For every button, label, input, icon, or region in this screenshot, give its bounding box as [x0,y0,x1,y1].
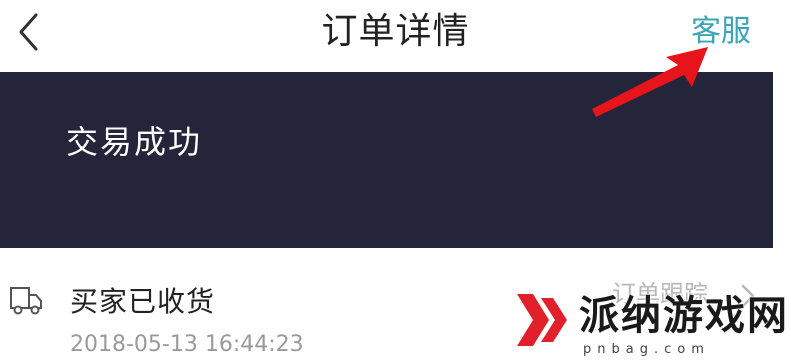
order-status-text: 交易成功 [66,123,203,161]
watermark-logo-icon [517,294,567,346]
truck-icon [10,287,42,315]
watermark-text: 派纳游戏网 [579,293,789,339]
watermark-url: pnbag.com [583,342,710,357]
logistics-status: 买家已收货 [70,285,216,318]
page-title: 订单详情 [321,11,470,52]
watermark: 派纳游戏网 pnbag.com [513,290,791,361]
nav-header: 订单详情 客服 [0,0,791,72]
order-status-banner: 交易成功 [0,72,773,248]
logistics-timestamp: 2018-05-13 16:44:23 [70,332,304,357]
customer-service-button[interactable]: 客服 [691,12,751,52]
